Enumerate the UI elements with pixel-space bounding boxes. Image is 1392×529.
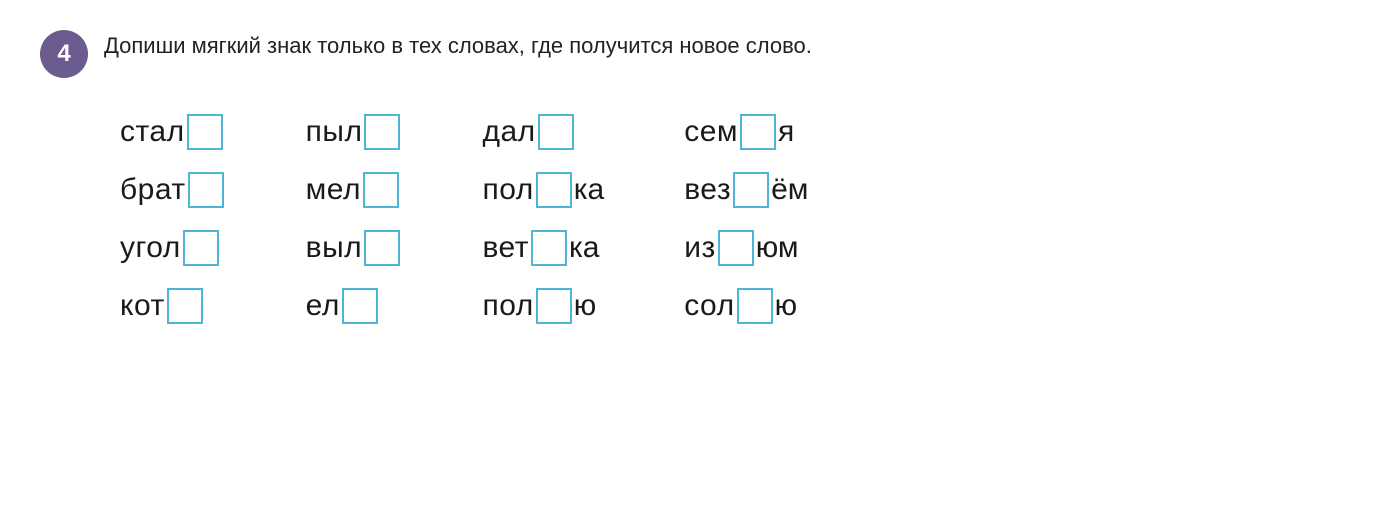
task-number: 4 [40,30,88,78]
list-item: угол [120,224,226,272]
input-box[interactable] [364,114,400,150]
input-box[interactable] [363,172,399,208]
task-header: 4 Допиши мягкий знак только в тех словах… [40,30,1352,78]
words-area: стал брат угол кот пыл мел [100,108,1352,330]
input-box[interactable] [167,288,203,324]
list-item: вет ка [482,224,604,272]
list-item: брат [120,166,226,214]
list-item: ел [306,282,403,330]
list-item: сол ю [684,282,808,330]
column-2: пыл мел выл ел [246,108,423,330]
list-item: выл [306,224,403,272]
list-item: кот [120,282,226,330]
list-item: сем я [684,108,808,156]
task-container: 4 Допиши мягкий знак только в тех словах… [40,30,1352,330]
input-box[interactable] [536,172,572,208]
input-box[interactable] [531,230,567,266]
list-item: стал [120,108,226,156]
input-box[interactable] [718,230,754,266]
input-box[interactable] [187,114,223,150]
column-4: сем я вез ём из юм сол ю [624,108,828,330]
column-1: стал брат угол кот [100,108,246,330]
input-box[interactable] [183,230,219,266]
input-box[interactable] [188,172,224,208]
list-item: пыл [306,108,403,156]
input-box[interactable] [536,288,572,324]
list-item: пол ка [482,166,604,214]
input-box[interactable] [740,114,776,150]
column-3: дал пол ка вет ка пол ю [422,108,624,330]
input-box[interactable] [538,114,574,150]
list-item: из юм [684,224,808,272]
input-box[interactable] [342,288,378,324]
input-box[interactable] [733,172,769,208]
input-box[interactable] [364,230,400,266]
list-item: мел [306,166,403,214]
list-item: пол ю [482,282,604,330]
input-box[interactable] [737,288,773,324]
list-item: вез ём [684,166,808,214]
list-item: дал [482,108,604,156]
task-instruction: Допиши мягкий знак только в тех словах, … [104,30,812,62]
